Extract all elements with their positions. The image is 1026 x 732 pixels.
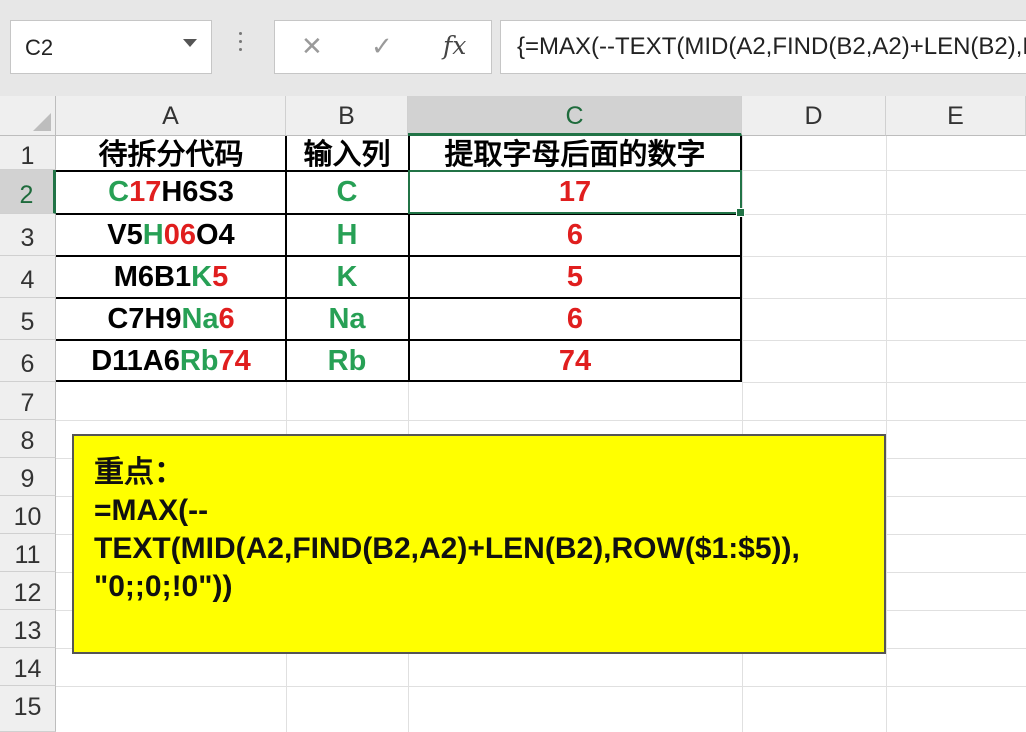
column-header-d[interactable]: D xyxy=(742,96,886,136)
note-line: TEXT(MID(A2,FIND(B2,A2)+LEN(B2),ROW($1:$… xyxy=(94,532,800,565)
code-part: 74 xyxy=(218,345,251,377)
input-cell[interactable]: Rb xyxy=(286,340,408,382)
note-line: =MAX(-- xyxy=(94,494,209,527)
gridline xyxy=(742,256,1026,257)
chevron-down-icon[interactable] xyxy=(183,39,197,47)
row-header-14[interactable]: 14 xyxy=(0,648,56,686)
formula-input[interactable]: {=MAX(--TEXT(MID(A2,FIND(B2,A2)+LEN(B2),… xyxy=(500,20,1026,74)
gridline xyxy=(56,686,1026,687)
code-part: O4 xyxy=(196,219,235,251)
code-cell[interactable]: M6B1K5 xyxy=(56,256,286,298)
result-cell[interactable]: 6 xyxy=(408,214,742,256)
code-part: V5 xyxy=(107,219,143,251)
result-cell[interactable]: 5 xyxy=(408,256,742,298)
code-part: C7H9 xyxy=(107,303,182,335)
more-options-icon[interactable] xyxy=(238,32,244,56)
row-header-1[interactable]: 1 xyxy=(0,136,56,170)
note-line: "0;;0;!0")) xyxy=(94,570,233,603)
code-part: D11A6 xyxy=(91,345,180,377)
row-header-2[interactable]: 2 xyxy=(0,170,56,214)
formula-content: {=MAX(--TEXT(MID(A2,FIND(B2,A2)+LEN(B2),… xyxy=(517,33,1026,60)
input-cell[interactable]: K xyxy=(286,256,408,298)
fill-handle[interactable] xyxy=(736,208,745,217)
code-part: K xyxy=(191,261,213,293)
column-header-a[interactable]: A xyxy=(56,96,286,136)
code-cell[interactable]: D11A6Rb74 xyxy=(56,340,286,382)
row-header-10[interactable]: 10 xyxy=(0,496,56,534)
active-cell-outline xyxy=(408,170,742,214)
note-box[interactable]: 重点： =MAX(-- TEXT(MID(A2,FIND(B2,A2)+LEN(… xyxy=(72,434,886,654)
code-part: Rb xyxy=(179,345,219,377)
code-part: 6 xyxy=(218,303,235,335)
code-part: C xyxy=(108,176,130,208)
formula-buttons: ✕ ✓ fx xyxy=(274,20,492,74)
code-part: H xyxy=(142,219,164,251)
code-part: 5 xyxy=(212,261,229,293)
table-header-input[interactable]: 输入列 xyxy=(286,136,408,171)
name-box[interactable]: C2 xyxy=(10,20,212,74)
column-header-e[interactable]: E xyxy=(886,96,1026,136)
input-cell[interactable]: Na xyxy=(286,298,408,340)
row-header-12[interactable]: 12 xyxy=(0,572,56,610)
gridline xyxy=(742,382,1026,383)
gridline xyxy=(742,340,1026,341)
row-header-3[interactable]: 3 xyxy=(0,214,56,256)
column-header-b[interactable]: B xyxy=(286,96,408,136)
result-cell[interactable]: 6 xyxy=(408,298,742,340)
code-part: 17 xyxy=(129,176,162,208)
table-header-result[interactable]: 提取字母后面的数字 xyxy=(408,136,742,171)
result-cell[interactable]: 74 xyxy=(408,340,742,382)
row-header-7[interactable]: 7 xyxy=(0,382,56,420)
row-header-4[interactable]: 4 xyxy=(0,256,56,298)
gridline xyxy=(742,214,1026,215)
table-header-code[interactable]: 待拆分代码 xyxy=(56,136,286,171)
row-header-5[interactable]: 5 xyxy=(0,298,56,340)
cancel-icon[interactable]: ✕ xyxy=(301,31,323,62)
row-header-6[interactable]: 6 xyxy=(0,340,56,382)
code-part: Na xyxy=(181,303,219,335)
name-box-value: C2 xyxy=(25,35,54,60)
code-part: 06 xyxy=(163,219,196,251)
input-cell[interactable]: C xyxy=(286,170,408,214)
row-header-13[interactable]: 13 xyxy=(0,610,56,648)
note-title: 重点： xyxy=(94,456,184,489)
code-cell[interactable]: C7H9Na6 xyxy=(56,298,286,340)
gridline xyxy=(56,420,1026,421)
enter-icon[interactable]: ✓ xyxy=(371,31,393,62)
row-header-15[interactable]: 15 xyxy=(0,686,56,732)
select-all-button[interactable] xyxy=(0,96,56,136)
code-cell[interactable]: V5H06O4 xyxy=(56,214,286,256)
row-header-8[interactable]: 8 xyxy=(0,420,56,458)
gridline xyxy=(742,170,1026,171)
code-cell[interactable]: C17H6S3 xyxy=(56,170,286,214)
formula-toolbar: C2 ✕ ✓ fx {=MAX(--TEXT(MID(A2,FIND(B2,A2… xyxy=(0,0,1026,96)
insert-function-button[interactable]: fx xyxy=(443,31,466,60)
column-header-c[interactable]: C xyxy=(408,96,742,136)
code-part: M6B1 xyxy=(113,261,192,293)
row-header-11[interactable]: 11 xyxy=(0,534,56,572)
gridline xyxy=(742,298,1026,299)
code-part: H6S3 xyxy=(161,176,234,208)
row-header-9[interactable]: 9 xyxy=(0,458,56,496)
input-cell[interactable]: H xyxy=(286,214,408,256)
gridline xyxy=(886,136,887,732)
